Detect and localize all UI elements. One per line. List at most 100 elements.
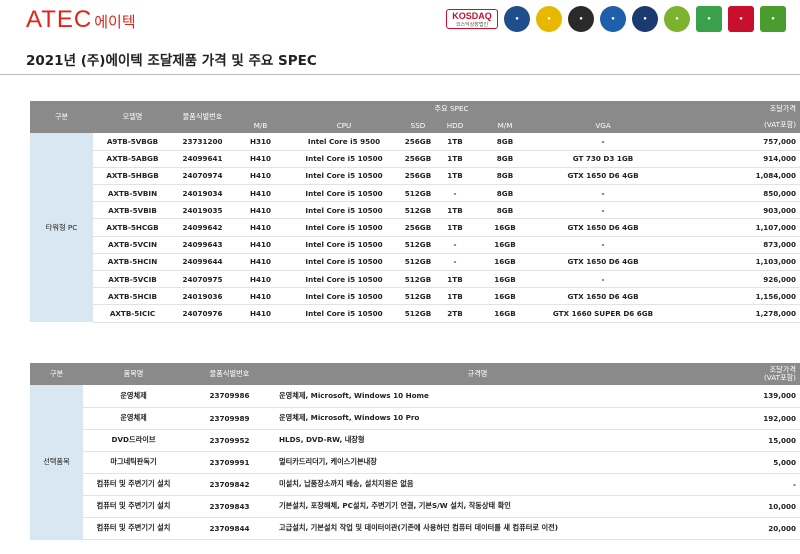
cell-cpu: Intel Core i5 10500: [288, 253, 400, 272]
cell-ssd: 512GB: [400, 253, 436, 272]
header-price: 조달가격 (VAT포함): [680, 363, 800, 385]
cell-ssd: 256GB: [400, 167, 436, 186]
cell-id: 24019035: [172, 201, 233, 220]
header-price-vat: (VAT포함): [763, 373, 796, 382]
cell-hdd: 1TB: [436, 201, 474, 220]
cell-mem: 8GB: [474, 184, 536, 203]
cell-vga: GTX 1650 D6 4GB: [536, 253, 671, 272]
cell-vga: GTX 1660 SUPER D6 6GB: [536, 304, 671, 323]
cell-id: 24099643: [172, 236, 233, 254]
cell-model: AXTB-5VCIB: [93, 270, 172, 289]
emblem-energy-icon: ●: [696, 6, 722, 32]
cell-mem: 16GB: [474, 304, 536, 323]
cell-hdd: -: [436, 253, 474, 272]
cell-id: 24099642: [172, 218, 233, 237]
header-item-no: 물품식별번호: [172, 101, 233, 133]
cell-mb: H410: [233, 150, 288, 168]
cell-mb: H410: [233, 304, 288, 323]
cell-mem: 8GB: [474, 167, 536, 186]
category-cell: 타워형 PC: [30, 133, 93, 323]
cell-cpu: Intel Core i5 10500: [288, 287, 400, 306]
cell-mb: H310: [233, 133, 288, 151]
header-spec-group: 주요 SPEC: [233, 101, 671, 117]
cell-id: 24019036: [172, 287, 233, 306]
emblem-yellow-icon: ●: [536, 6, 562, 32]
table-row: 타워형 PC A9TB-5VBGB 23731200 H310 Intel Core i…: [30, 133, 800, 323]
cert-label: KOSDAQ: [452, 10, 492, 21]
cert-sub: 코스닥상장법인: [455, 21, 489, 28]
cell-vga: GT 730 D3 1GB: [536, 150, 671, 168]
cell-spec: HLDS, DVD-RW, 내장형: [275, 429, 680, 452]
atec-logo[interactable]: ATEC 에이텍: [26, 6, 136, 34]
category-cell: 선택품목: [30, 385, 83, 540]
cell-ssd: 512GB: [400, 304, 436, 323]
cell-mb: H410: [233, 287, 288, 306]
header-ssd: SSD: [400, 117, 436, 133]
table-row: AXTB-5VBIB 24019035 H410 Intel Core i5 1050…: [30, 201, 800, 220]
cell-item: DVD드라이브: [83, 429, 184, 452]
cell-ssd: 512GB: [400, 201, 436, 220]
cell-mem: 8GB: [474, 201, 536, 220]
cell-ssd: 256GB: [400, 150, 436, 168]
cell-price: 1,156,000: [670, 287, 800, 306]
cell-item: 운영체제: [83, 385, 184, 408]
logo-text-ko: 에이텍: [94, 13, 136, 31]
cell-id: 23709989: [184, 407, 275, 430]
page-title: 2021년 (주)에이텍 조달제품 가격 및 주요 SPEC: [26, 53, 317, 69]
cell-spec: 고급설치, 기본설치 작업 및 데이터이관(기존에 사용하던 컴퓨터 데이터를 …: [275, 517, 680, 540]
header-price: 조달가격: [670, 101, 800, 117]
cell-mb: H410: [233, 184, 288, 203]
cell-vga: -: [536, 133, 671, 151]
kosdaq-logo: KOSDAQ 코스닥상장법인: [446, 9, 498, 29]
cell-mb: H410: [233, 253, 288, 272]
cell-id: 24099644: [172, 253, 233, 272]
emblem-korea-icon: ●: [728, 6, 754, 32]
cell-id: 23709986: [184, 385, 275, 408]
cell-mb: H410: [233, 270, 288, 289]
cell-mb: H410: [233, 201, 288, 220]
cell-spec: 멀티카드리더기, 케이스기본내장: [275, 451, 680, 474]
cell-cpu: Intel Core i5 10500: [288, 218, 400, 237]
cell-vga: -: [536, 270, 671, 289]
table-row: AXTB-5HCGB 24099642 H410 Intel Core i5 1050…: [30, 218, 800, 237]
pc-price-table: 구분 모델명 물품식별번호 주요 SPEC 조달가격 M/B CPU SSD H…: [30, 101, 800, 323]
cell-price: 20,000: [680, 517, 800, 540]
header-category: 구분: [30, 101, 93, 133]
table-row: AXTB-5VBIN 24019034 H410 Intel Core i5 1050…: [30, 184, 800, 203]
cell-id: 23709842: [184, 473, 275, 496]
header-hdd: HDD: [436, 117, 474, 133]
cell-item: 컴퓨터 및 주변기기 설치: [83, 473, 184, 496]
cell-mem: 16GB: [474, 253, 536, 272]
cell-mem: 16GB: [474, 236, 536, 254]
cell-model: A9TB-5VBGB: [93, 133, 172, 151]
cell-mem: 16GB: [474, 270, 536, 289]
cell-id: 24070975: [172, 270, 233, 289]
cell-cpu: Intel Core i5 10500: [288, 184, 400, 203]
cell-id: 23709952: [184, 429, 275, 452]
table-row: 컴퓨터 및 주변기기 설치 23709842 미설치, 납품장소까지 배송, 설치지…: [30, 473, 800, 496]
cell-price: -: [680, 473, 800, 496]
cell-hdd: 2TB: [436, 304, 474, 323]
cell-model: AXTB-5HCGB: [93, 218, 172, 237]
header: ATEC 에이텍 KOSDAQ 코스닥상장법인 ● ● ● ● ● ● ● ● ●: [0, 0, 800, 40]
cell-id: 23709844: [184, 517, 275, 540]
cell-hdd: 1TB: [436, 218, 474, 237]
cell-model: AXTB-5ICIC: [93, 304, 172, 323]
cell-price: 5,000: [680, 451, 800, 474]
cell-vga: -: [536, 236, 671, 254]
cell-price: 1,103,000: [670, 253, 800, 272]
cell-id: 23709843: [184, 495, 275, 518]
emblem-gs-icon: ●: [568, 6, 594, 32]
cell-price: 850,000: [670, 184, 800, 203]
cell-mem: 16GB: [474, 287, 536, 306]
table-row: AXTB-5HCIB 24019036 H410 Intel Core i5 1050…: [30, 287, 800, 306]
cell-price: 139,000: [680, 385, 800, 408]
cell-spec: 운영체제, Microsoft, Windows 10 Pro: [275, 407, 680, 430]
cell-item: 운영체제: [83, 407, 184, 430]
header-item-no: 물품식별번호: [184, 363, 275, 385]
cell-model: AXTB-5ABGB: [93, 150, 172, 168]
header-mb: M/B: [233, 117, 288, 133]
emblem-vp-icon: ●: [632, 6, 658, 32]
cell-cpu: Intel Core i5 10500: [288, 150, 400, 168]
cell-id: 23731200: [172, 133, 233, 151]
